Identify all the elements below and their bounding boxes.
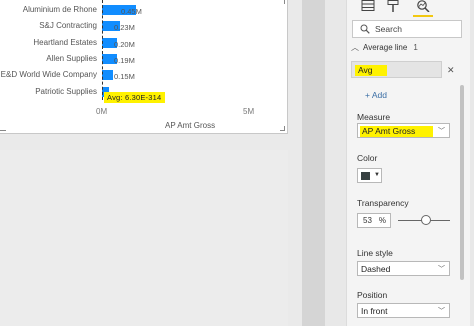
search-icon xyxy=(360,24,370,34)
position-value: In front xyxy=(361,306,388,316)
bar[interactable] xyxy=(102,70,114,80)
analytics-icon[interactable] xyxy=(415,0,431,12)
line-name-input[interactable]: Avg xyxy=(351,61,442,78)
data-label: 0.19M xyxy=(114,56,135,65)
line-style-label: Line style xyxy=(357,248,393,258)
transparency-label: Transparency xyxy=(357,198,409,208)
measure-label: Measure xyxy=(357,112,391,122)
format-pane: Search ︿ Average line 1 Avg ✕ + Add Measur… xyxy=(346,0,470,326)
data-label: 0.45M xyxy=(121,7,142,16)
average-line-section-header[interactable]: ︿ Average line 1 xyxy=(351,42,418,53)
report-canvas: Aluminium de Rhone S&J Contracting Heart… xyxy=(0,0,325,326)
chevron-down-icon: ﹀ xyxy=(438,128,445,135)
search-input[interactable]: Search xyxy=(352,20,462,38)
line-name-value: Avg xyxy=(355,65,387,76)
x-tick-label: 5M xyxy=(243,107,255,116)
chevron-down-icon: ﹀ xyxy=(438,308,445,315)
empty-canvas-area xyxy=(0,150,288,326)
visualizations-pane: Search ︿ Average line 1 Avg ✕ + Add Measur… xyxy=(325,0,474,326)
category-label: E&D World Wide Company xyxy=(0,70,97,79)
add-line-button[interactable]: + Add xyxy=(365,90,387,100)
chevron-up-icon: ︿ xyxy=(351,43,359,52)
position-label: Position xyxy=(357,290,388,300)
position-dropdown[interactable]: In front ﹀ xyxy=(357,303,450,318)
measure-dropdown[interactable]: AP Amt Gross ﹀ xyxy=(357,123,450,138)
active-tab-indicator xyxy=(413,15,433,17)
category-label: Patriotic Supplies xyxy=(35,87,97,96)
section-count: 1 xyxy=(413,43,418,52)
average-line xyxy=(102,0,103,100)
category-label: Allen Supplies xyxy=(46,54,97,63)
pane-divider xyxy=(302,0,325,326)
scrollbar[interactable] xyxy=(460,85,464,280)
resize-handle[interactable] xyxy=(0,126,6,131)
category-label: Heartland Estates xyxy=(33,38,97,47)
transparency-input[interactable]: 53% xyxy=(357,213,391,228)
percent-unit: % xyxy=(378,216,387,225)
format-paint-roller-icon[interactable] xyxy=(385,0,401,12)
line-style-value: Dashed xyxy=(361,264,391,274)
measure-value: AP Amt Gross xyxy=(360,126,434,137)
x-tick-label: 0M xyxy=(96,107,108,116)
transparency-value: 53 xyxy=(363,216,372,225)
resize-handle[interactable] xyxy=(280,0,285,4)
close-icon[interactable]: ✕ xyxy=(447,65,455,76)
search-placeholder: Search xyxy=(375,24,402,34)
transparency-slider-thumb[interactable] xyxy=(421,215,431,225)
x-axis-title: AP Amt Gross xyxy=(165,121,216,130)
resize-handle[interactable] xyxy=(280,126,285,131)
category-label: S&J Contracting xyxy=(39,21,97,30)
data-label: 0.23M xyxy=(114,23,135,32)
color-picker[interactable]: ▼ xyxy=(357,168,382,183)
fields-icon[interactable] xyxy=(360,0,376,12)
data-label: 0.15M xyxy=(114,72,135,81)
pane-tabs xyxy=(347,0,471,18)
line-style-dropdown[interactable]: Dashed ﹀ xyxy=(357,261,450,276)
caret-down-icon: ▼ xyxy=(374,172,380,178)
chevron-down-icon: ﹀ xyxy=(438,266,445,273)
color-label: Color xyxy=(357,153,378,163)
data-label: 0.20M xyxy=(114,40,135,49)
color-swatch xyxy=(361,172,370,180)
section-title: Average line xyxy=(363,43,408,52)
bar-chart-visual[interactable]: Aluminium de Rhone S&J Contracting Heart… xyxy=(0,0,288,134)
average-line-label: Avg: 6.30E-314 xyxy=(104,92,166,103)
category-label: Aluminium de Rhone xyxy=(22,5,97,14)
